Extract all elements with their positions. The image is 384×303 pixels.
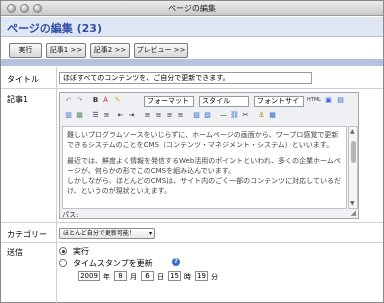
page-header: ページの編集 (23) — [1, 17, 383, 37]
row-divider — [1, 88, 383, 89]
minute-unit: 分 — [211, 273, 218, 281]
content-paragraph: しかしながら、ほとんどのCMSは、サイト内のごく一部のコンテンツに対応しているだ… — [67, 177, 341, 195]
content-paragraph: 難しいプログラムソースをいじらずに、ホームページの画面から、ワープロ感覚で更新で… — [67, 131, 339, 149]
indent-icon[interactable]: ⇥ — [127, 111, 136, 120]
help-icon[interactable]: ? — [172, 258, 180, 266]
row-divider — [1, 222, 383, 223]
scroll-down-icon[interactable]: ▼ — [350, 200, 355, 207]
paste-icon[interactable]: ▥ — [64, 111, 73, 120]
preview-icon[interactable]: ▤ — [336, 96, 345, 105]
editor-content[interactable]: 難しいプログラムソースをいじらずに、ホームページの画面から、ワープロ感覚で更新で… — [62, 126, 347, 209]
table-icon[interactable]: ▦ — [268, 111, 277, 120]
window-titlebar: ページの編集 — [1, 1, 383, 16]
run-button[interactable]: 実行 — [9, 43, 42, 58]
close-window-icon[interactable] — [7, 4, 16, 13]
style-select[interactable]: スタイル — [199, 96, 249, 107]
label-column-divider — [56, 67, 57, 303]
editor-path: パス: — [62, 211, 79, 219]
row-divider — [1, 242, 383, 243]
toolbar-divider — [1, 59, 383, 66]
timestamp-option-label: タイムスタンプを更新 — [73, 259, 153, 268]
undo-icon[interactable]: ↶ — [64, 96, 73, 105]
page-title: ページの編集 (23) — [7, 22, 102, 35]
redo-icon[interactable]: ↷ — [75, 96, 84, 105]
content-paragraph: 最近では、鮮度よく情報を発信するWeb活用のポイントといわれ、多くの企業ホームペ… — [67, 157, 341, 175]
hour-unit: 時 — [184, 273, 191, 281]
window: ページの編集 ページの編集 (23) 実行 記事1 >> 記事2 >> プレビュ… — [0, 0, 384, 303]
resize-handle-icon[interactable]: ◢ — [351, 209, 356, 217]
text-color-icon[interactable]: A — [101, 96, 110, 105]
title-label: タイトル — [7, 75, 39, 84]
preview-button[interactable]: プレビュー >> — [134, 43, 188, 58]
ordered-list-icon[interactable]: ☰ — [91, 111, 100, 120]
unlink-icon[interactable]: ✂ — [241, 111, 250, 120]
link-icon[interactable]: ⛓ — [230, 111, 239, 120]
window-title: ページの編集 — [168, 4, 216, 13]
scrollbar-thumb[interactable] — [351, 141, 356, 163]
hour-input[interactable]: 15 — [168, 271, 181, 281]
minute-input[interactable]: 19 — [195, 271, 208, 281]
title-input[interactable]: ほぼすべてのコンテンツを、ご自分で更新できます。 — [59, 72, 312, 84]
insert-media-icon[interactable]: ▨ — [203, 111, 212, 120]
fullscreen-icon[interactable]: ▣ — [324, 96, 333, 105]
highlight-icon[interactable]: ✎ — [113, 96, 122, 105]
year-unit: 年 — [103, 273, 110, 281]
chevron-down-icon: ▾ — [148, 230, 152, 237]
year-input[interactable]: 2009 — [78, 271, 100, 281]
send-label: 送信 — [7, 248, 23, 257]
align-right-icon[interactable]: ≡ — [165, 111, 174, 120]
align-left-icon[interactable]: ≡ — [143, 111, 152, 120]
article1-button[interactable]: 記事1 >> — [46, 43, 86, 58]
html-source-icon[interactable]: HTML — [307, 96, 321, 105]
category-label: カテゴリー — [7, 230, 47, 239]
bold-icon[interactable]: B — [91, 96, 100, 105]
rich-text-editor: ↶ ↷ B A ✎ フォーマット スタイル フォントサイ HTML ▣ ▤ ▥ … — [59, 92, 359, 219]
outdent-icon[interactable]: ⇤ — [116, 111, 125, 120]
month-input[interactable]: 8 — [114, 271, 127, 281]
article2-button[interactable]: 記事2 >> — [90, 43, 130, 58]
run-option-label: 実行 — [73, 247, 89, 256]
category-select[interactable]: ほとんど自分で更新可能！ ▾ — [59, 228, 155, 239]
align-justify-icon[interactable]: ≡ — [176, 111, 185, 120]
run-radio[interactable] — [59, 247, 67, 255]
article-label: 記事1 — [7, 95, 29, 104]
timestamp-radio[interactable] — [59, 259, 67, 267]
day-input[interactable]: 6 — [141, 271, 154, 281]
font-size-select[interactable]: フォントサイ — [254, 96, 304, 107]
zoom-window-icon[interactable] — [33, 4, 42, 13]
bullet-list-icon[interactable]: ≡ — [102, 111, 111, 120]
horizontal-rule-icon[interactable]: — — [219, 111, 228, 120]
editor-scrollbar[interactable]: ▲ ▼ — [348, 126, 358, 209]
align-center-icon[interactable]: ≡ — [154, 111, 163, 120]
minimize-window-icon[interactable] — [20, 4, 29, 13]
month-unit: 月 — [130, 273, 137, 281]
anchor-icon[interactable]: ⚓ — [257, 111, 266, 120]
category-value: ほとんど自分で更新可能！ — [63, 230, 135, 237]
scroll-up-icon[interactable]: ▲ — [350, 128, 355, 135]
paste-word-icon[interactable]: ▦ — [75, 111, 84, 120]
action-toolbar: 実行 記事1 >> 記事2 >> プレビュー >> — [1, 37, 383, 61]
day-unit: 日 — [157, 273, 164, 281]
insert-image-icon[interactable]: ▧ — [192, 111, 201, 120]
format-select[interactable]: フォーマット — [144, 96, 194, 107]
